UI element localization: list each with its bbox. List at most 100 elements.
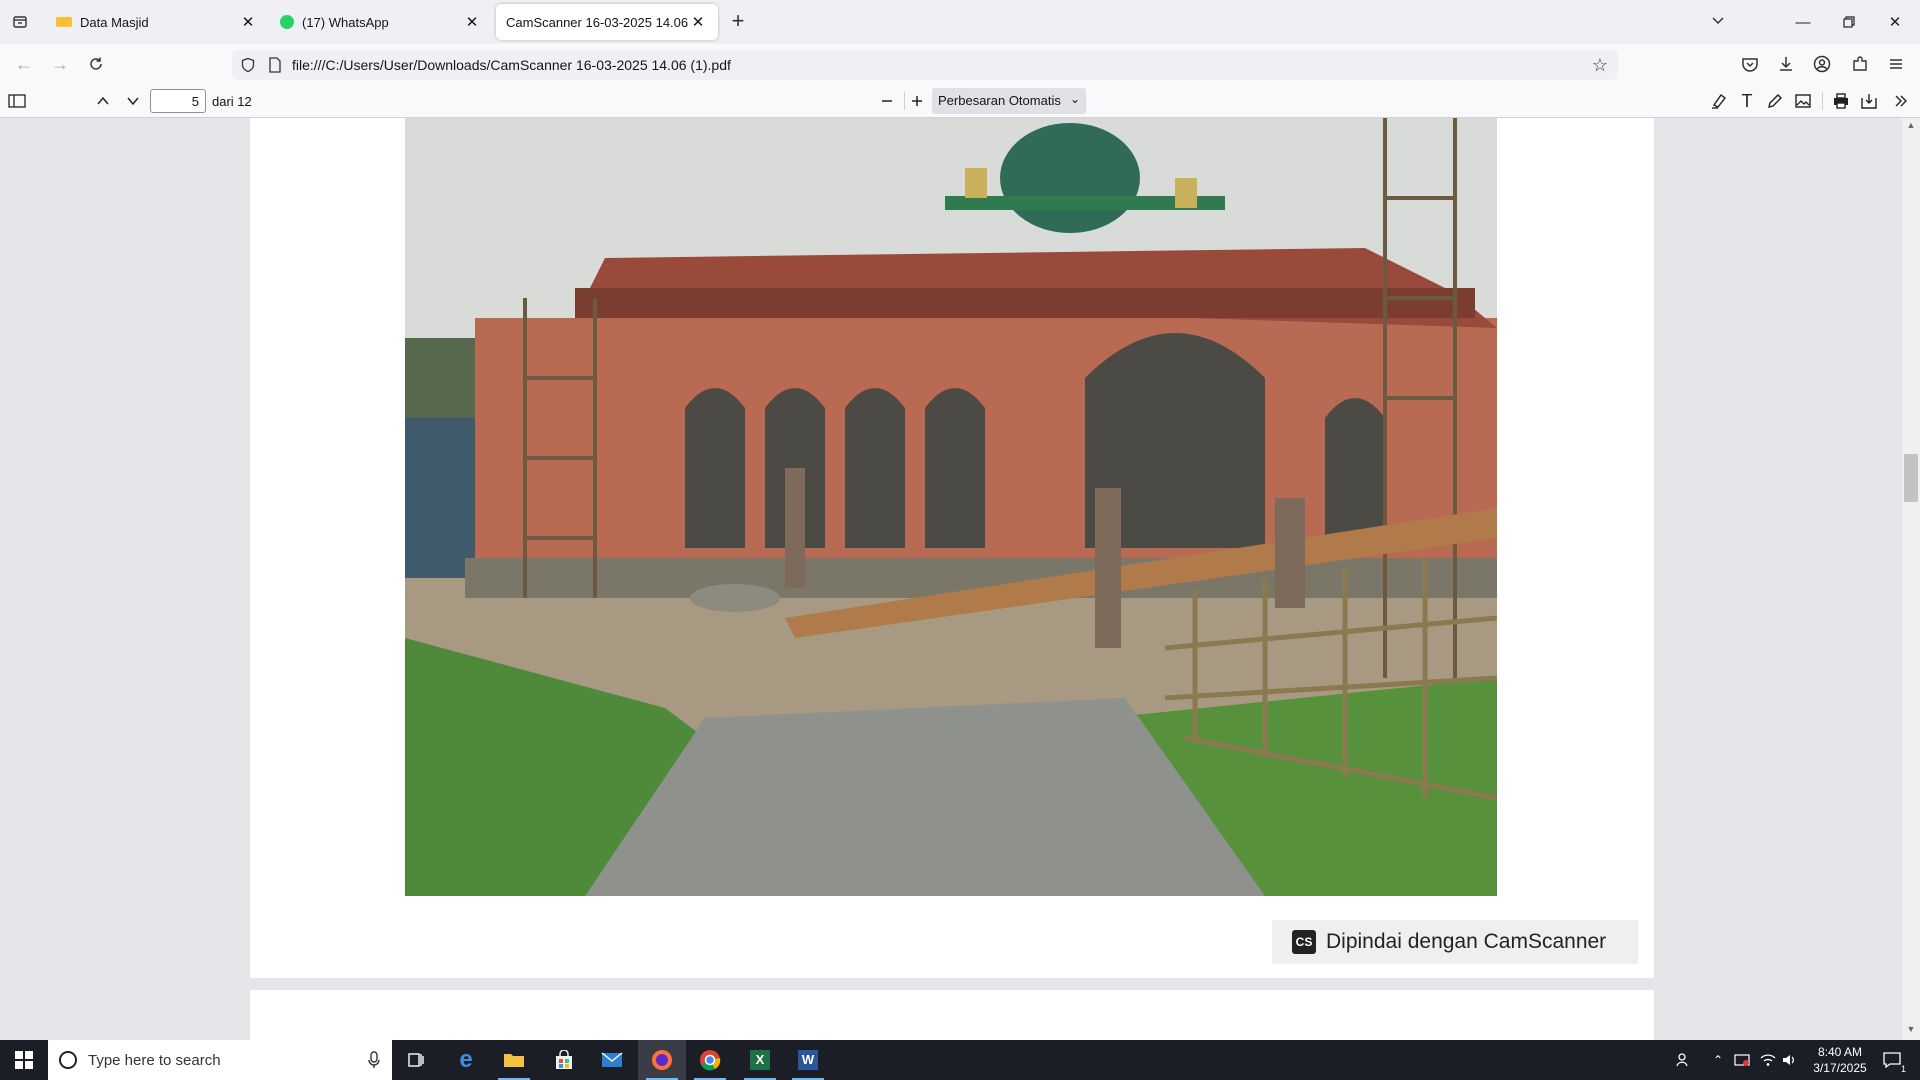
chevron-up-icon <box>97 96 109 105</box>
pdf-viewer[interactable]: CS Dipindai dengan CamScanner <box>0 118 1920 1040</box>
previous-page-button[interactable] <box>90 88 116 114</box>
wifi-icon <box>1760 1054 1776 1066</box>
scroll-down-arrow-icon[interactable]: ▼ <box>1902 1024 1920 1038</box>
tab-strip: Data Masjid ✕ (17) WhatsApp ✕ CamScanner… <box>0 0 1920 44</box>
next-page-button[interactable] <box>120 88 146 114</box>
zoom-in-button[interactable] <box>904 88 930 114</box>
taskbar-search-box[interactable]: Type here to search <box>48 1040 392 1080</box>
taskbar-store[interactable] <box>540 1040 588 1080</box>
reload-button[interactable] <box>82 50 110 78</box>
taskbar-word[interactable]: W <box>784 1040 832 1080</box>
show-hidden-icons-button[interactable]: ⌃ <box>1708 1040 1728 1080</box>
chevron-down-icon <box>1712 17 1724 25</box>
print-button[interactable] <box>1828 88 1854 114</box>
close-window-button[interactable]: ✕ <box>1872 0 1918 44</box>
action-center-button[interactable]: 1 <box>1872 1040 1912 1080</box>
watermark-text: Dipindai dengan CamScanner <box>1326 930 1607 953</box>
tray-volume-icon[interactable] <box>1780 1040 1800 1080</box>
tab-data-masjid[interactable]: Data Masjid ✕ <box>46 4 268 40</box>
taskbar-firefox[interactable] <box>638 1040 686 1080</box>
highlight-tool-button[interactable] <box>1706 88 1732 114</box>
taskbar-excel[interactable]: X <box>736 1040 784 1080</box>
mosque-construction-photo <box>405 118 1497 896</box>
clock-time: 8:40 AM <box>1817 1045 1863 1059</box>
search-placeholder: Type here to search <box>88 1051 221 1069</box>
toolbar-separator <box>1822 92 1823 110</box>
bookmark-star-icon[interactable]: ☆ <box>1592 55 1608 76</box>
account-button[interactable] <box>1808 50 1836 78</box>
tray-security-icon[interactable] <box>1730 1040 1754 1080</box>
scrollbar-thumb[interactable] <box>1904 454 1918 502</box>
task-view-icon <box>408 1053 424 1067</box>
page-count-label: dari 12 <box>212 94 252 109</box>
close-tab-icon[interactable]: ✕ <box>238 12 258 32</box>
tab-whatsapp[interactable]: (17) WhatsApp ✕ <box>270 4 492 40</box>
reload-icon <box>90 57 102 70</box>
clock-date: 3/17/2025 <box>1813 1061 1867 1075</box>
store-bag-icon <box>556 1050 572 1069</box>
page-number-input[interactable]: 5 <box>150 89 206 113</box>
search-circle-icon <box>59 1051 77 1069</box>
zoom-select[interactable]: Perbesaran Otomatis ⌄ <box>932 88 1086 114</box>
speaker-icon <box>1783 1055 1794 1065</box>
url-text[interactable]: file:///C:/Users/User/Downloads/CamScann… <box>292 57 731 73</box>
chrome-icon <box>700 1050 721 1071</box>
taskbar-edge[interactable]: e <box>442 1040 490 1080</box>
security-alert-icon <box>1734 1054 1750 1066</box>
folder-icon <box>504 1054 524 1067</box>
pdf-next-page <box>250 990 1654 1040</box>
text-tool-button[interactable]: T <box>1734 88 1760 114</box>
taskbar-file-explorer[interactable] <box>490 1040 538 1080</box>
edge-icon: e <box>459 1046 473 1073</box>
tools-menu-button[interactable] <box>1888 88 1914 114</box>
scroll-up-arrow-icon[interactable]: ▲ <box>1902 120 1920 134</box>
list-tabs-chevron[interactable] <box>1710 12 1734 32</box>
pocket-button[interactable] <box>1736 50 1764 78</box>
notification-icon <box>1883 1052 1901 1069</box>
task-view-button[interactable] <box>392 1040 440 1080</box>
image-tool-button[interactable] <box>1790 88 1816 114</box>
chevron-up-icon: ⌃ <box>1712 1053 1724 1067</box>
text-t-icon: T <box>1741 90 1753 111</box>
minimize-button[interactable]: — <box>1780 0 1826 44</box>
save-button[interactable] <box>1856 88 1882 114</box>
list-all-tabs-icon <box>13 16 27 28</box>
pdf-page: CS Dipindai dengan CamScanner <box>250 118 1654 978</box>
app-menu-button[interactable] <box>1882 50 1910 78</box>
extensions-button[interactable] <box>1846 50 1874 78</box>
new-tab-button[interactable]: + <box>726 10 750 34</box>
tracking-protection-shield-icon[interactable] <box>240 57 256 78</box>
tab-list-button[interactable] <box>6 8 34 36</box>
double-chevron-right-icon <box>1895 95 1907 107</box>
windows-logo-icon <box>15 1051 33 1069</box>
whatsapp-favicon-icon <box>280 15 294 29</box>
taskbar-clock[interactable]: 8:40 AM 3/17/2025 <box>1800 1044 1880 1076</box>
close-tab-icon[interactable]: ✕ <box>462 12 482 32</box>
forward-button[interactable]: → <box>46 50 74 78</box>
start-button[interactable] <box>0 1040 48 1080</box>
address-bar[interactable]: file:///C:/Users/User/Downloads/CamScann… <box>232 50 1618 80</box>
back-button[interactable]: ← <box>10 50 38 78</box>
taskbar-mail[interactable] <box>588 1040 636 1080</box>
toggle-sidebar-button[interactable] <box>4 88 30 114</box>
zoom-out-button[interactable] <box>874 88 900 114</box>
downloads-button[interactable] <box>1772 50 1800 78</box>
restore-button[interactable] <box>1826 0 1872 44</box>
tab-title: (17) WhatsApp <box>302 14 389 30</box>
zoom-select-value: Perbesaran Otomatis <box>938 93 1061 108</box>
hamburger-menu-icon <box>1890 59 1902 69</box>
navigation-bar: ← → file:///C:/Users/User/Downloads/CamS… <box>0 44 1920 84</box>
image-icon <box>1795 94 1811 108</box>
microphone-icon[interactable] <box>368 1051 380 1069</box>
tray-network-icon[interactable] <box>1756 1040 1780 1080</box>
tab-title: CamScanner 16-03-2025 14.06 (1) - <box>506 14 688 30</box>
vertical-scrollbar[interactable] <box>1902 118 1920 1040</box>
tray-people-button[interactable] <box>1670 1040 1698 1080</box>
camscanner-logo-icon: CS <box>1292 930 1316 954</box>
printer-icon <box>1834 93 1848 109</box>
restore-icon <box>1843 16 1855 28</box>
tab-camscanner-pdf[interactable]: CamScanner 16-03-2025 14.06 (1) - ✕ <box>496 4 718 40</box>
close-tab-icon[interactable]: ✕ <box>688 12 708 32</box>
draw-tool-button[interactable] <box>1762 88 1788 114</box>
taskbar-chrome[interactable] <box>686 1040 734 1080</box>
